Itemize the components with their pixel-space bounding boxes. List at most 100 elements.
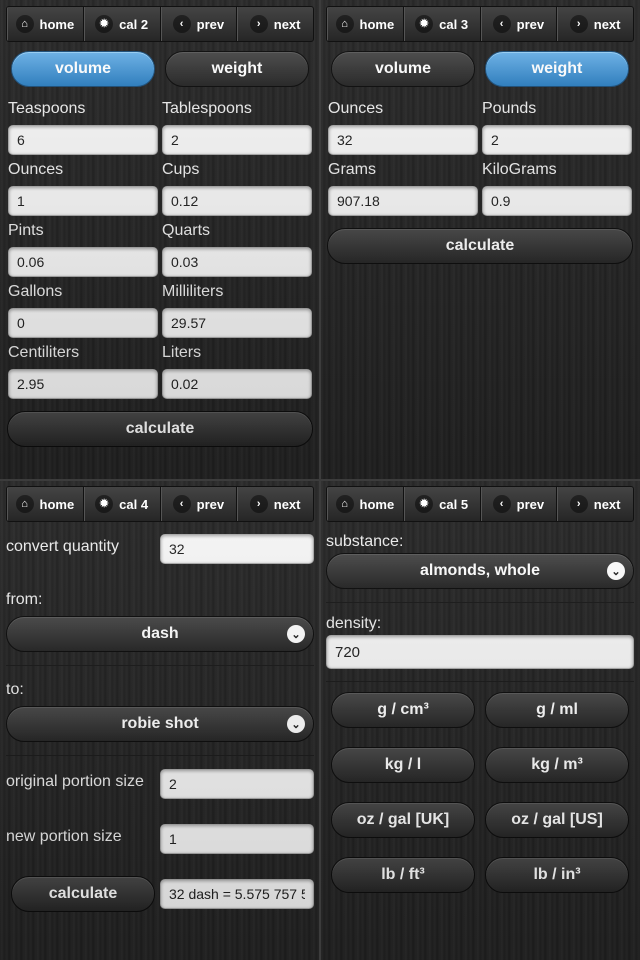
substance-select[interactable]: almonds, whole ⌄ xyxy=(326,553,634,589)
cups-input[interactable] xyxy=(162,186,312,216)
home-button[interactable]: ⌂ home xyxy=(327,487,404,521)
calculate-button[interactable]: calculate xyxy=(7,411,313,447)
next-button[interactable]: › next xyxy=(557,7,633,41)
home-button[interactable]: ⌂ home xyxy=(327,7,404,41)
chevron-right-icon: › xyxy=(569,495,588,513)
chevron-down-icon: ⌄ xyxy=(287,625,305,643)
original-portion-label: original portion size xyxy=(6,773,144,790)
tab-volume[interactable]: volume xyxy=(331,51,475,87)
prev-button[interactable]: ‹ prev xyxy=(161,7,238,41)
kilograms-input[interactable] xyxy=(482,186,632,216)
field-label: Cups xyxy=(162,161,200,178)
field-label: Milliliters xyxy=(162,283,224,300)
calculate-button[interactable]: calculate xyxy=(11,876,155,912)
divider xyxy=(326,602,634,603)
chevron-right-icon: › xyxy=(249,15,268,33)
to-label: to: xyxy=(6,681,24,698)
divider xyxy=(6,665,314,666)
cal-button[interactable]: ✹ cal 5 xyxy=(404,487,481,521)
original-portion-input[interactable] xyxy=(160,769,314,799)
unit-g-cm3-button[interactable]: g / cm³ xyxy=(331,692,475,728)
unit-oz-gal-uk-button[interactable]: oz / gal [UK] xyxy=(331,802,475,838)
unit-kg-m3-button[interactable]: kg / m³ xyxy=(485,747,629,783)
chevron-down-icon: ⌄ xyxy=(607,562,625,580)
gear-icon: ✹ xyxy=(415,15,434,33)
new-portion-input[interactable] xyxy=(160,824,314,854)
nav-bar: ⌂ home ✹ cal 2 ‹ prev › next xyxy=(6,6,314,42)
quarts-input[interactable] xyxy=(162,247,312,277)
divider xyxy=(6,755,314,756)
chevron-right-icon: › xyxy=(249,495,268,513)
next-button[interactable]: › next xyxy=(237,487,313,521)
portion-converter-panel: ⌂ home ✹ cal 4 ‹ prev › next convert quantit… xyxy=(0,480,320,960)
cal-button[interactable]: ✹ cal 4 xyxy=(84,487,161,521)
field-label: Teaspoons xyxy=(8,100,86,117)
horizontal-divider xyxy=(0,479,640,481)
result-output[interactable] xyxy=(160,879,314,909)
grams-input[interactable] xyxy=(328,186,478,216)
tab-weight[interactable]: weight xyxy=(165,51,309,87)
prev-button[interactable]: ‹ prev xyxy=(481,7,558,41)
next-button[interactable]: › next xyxy=(557,487,633,521)
pints-input[interactable] xyxy=(8,247,158,277)
home-icon: ⌂ xyxy=(15,15,34,33)
substance-label: substance: xyxy=(326,533,404,550)
calculate-button[interactable]: calculate xyxy=(327,228,633,264)
field-label: Pints xyxy=(8,222,44,239)
chevron-left-icon: ‹ xyxy=(492,15,511,33)
volume-converter-panel: ⌂ home ✹ cal 2 ‹ prev › next volume weight T… xyxy=(0,0,320,480)
field-label: Centiliters xyxy=(8,344,80,361)
prev-button[interactable]: ‹ prev xyxy=(481,487,558,521)
density-label: density: xyxy=(326,615,382,632)
chevron-right-icon: › xyxy=(569,15,588,33)
milliliters-input[interactable] xyxy=(162,308,312,338)
from-unit-select[interactable]: dash ⌄ xyxy=(6,616,314,652)
tab-weight[interactable]: weight xyxy=(485,51,629,87)
home-button[interactable]: ⌂ home xyxy=(7,487,84,521)
liters-input[interactable] xyxy=(162,369,312,399)
centiliters-input[interactable] xyxy=(8,369,158,399)
field-label: Ounces xyxy=(328,100,384,117)
cal-button[interactable]: ✹ cal 2 xyxy=(84,7,161,41)
quantity-input[interactable] xyxy=(160,534,314,564)
home-icon: ⌂ xyxy=(15,495,34,513)
field-label: Quarts xyxy=(162,222,211,239)
chevron-left-icon: ‹ xyxy=(172,15,191,33)
teaspoons-input[interactable] xyxy=(8,125,158,155)
density-converter-panel: ⌂ home ✹ cal 5 ‹ prev › next substance: almo… xyxy=(320,480,640,960)
ounces-input[interactable] xyxy=(328,125,478,155)
field-label: Ounces xyxy=(8,161,64,178)
pounds-input[interactable] xyxy=(482,125,632,155)
density-input[interactable] xyxy=(326,635,634,669)
field-label: Pounds xyxy=(482,100,537,117)
home-button[interactable]: ⌂ home xyxy=(7,7,84,41)
ounces-input[interactable] xyxy=(8,186,158,216)
new-portion-label: new portion size xyxy=(6,828,122,845)
chevron-left-icon: ‹ xyxy=(172,495,191,513)
gear-icon: ✹ xyxy=(415,495,434,513)
nav-bar: ⌂ home ✹ cal 5 ‹ prev › next xyxy=(326,486,634,522)
chevron-left-icon: ‹ xyxy=(492,495,511,513)
weight-converter-panel: ⌂ home ✹ cal 3 ‹ prev › next volume weight O… xyxy=(320,0,640,480)
unit-oz-gal-us-button[interactable]: oz / gal [US] xyxy=(485,802,629,838)
home-icon: ⌂ xyxy=(335,495,354,513)
next-button[interactable]: › next xyxy=(237,7,313,41)
chevron-down-icon: ⌄ xyxy=(287,715,305,733)
tablespoons-input[interactable] xyxy=(162,125,312,155)
to-unit-select[interactable]: robie shot ⌄ xyxy=(6,706,314,742)
gallons-input[interactable] xyxy=(8,308,158,338)
unit-lb-ft3-button[interactable]: lb / ft³ xyxy=(331,857,475,893)
field-label: Tablespoons xyxy=(162,100,252,117)
tab-volume[interactable]: volume xyxy=(11,51,155,87)
unit-kg-l-button[interactable]: kg / l xyxy=(331,747,475,783)
home-icon: ⌂ xyxy=(335,15,354,33)
field-label: Gallons xyxy=(8,283,63,300)
field-label: Liters xyxy=(162,344,202,361)
nav-bar: ⌂ home ✹ cal 3 ‹ prev › next xyxy=(326,6,634,42)
cal-button[interactable]: ✹ cal 3 xyxy=(404,7,481,41)
gear-icon: ✹ xyxy=(95,495,114,513)
prev-button[interactable]: ‹ prev xyxy=(161,487,238,521)
unit-lb-in3-button[interactable]: lb / in³ xyxy=(485,857,629,893)
unit-g-ml-button[interactable]: g / ml xyxy=(485,692,629,728)
divider xyxy=(326,681,634,682)
